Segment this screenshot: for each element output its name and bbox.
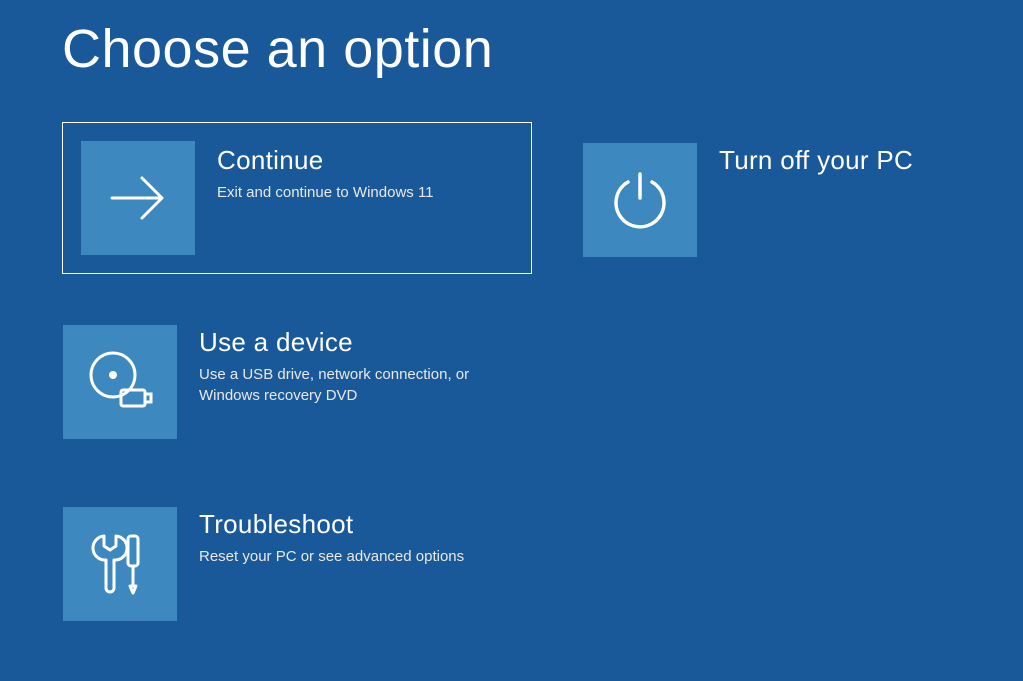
turnoff-icon-box <box>583 143 697 257</box>
troubleshoot-title: Troubleshoot <box>199 509 511 540</box>
troubleshoot-text: Troubleshoot Reset your PC or see advanc… <box>177 487 531 567</box>
option-continue[interactable]: Continue Exit and continue to Windows 11 <box>62 122 532 274</box>
arrow-right-icon <box>104 164 172 232</box>
option-troubleshoot[interactable]: Troubleshoot Reset your PC or see advanc… <box>62 486 532 638</box>
continue-icon-box <box>81 141 195 255</box>
continue-text: Continue Exit and continue to Windows 11 <box>195 123 531 203</box>
troubleshoot-desc: Reset your PC or see advanced options <box>199 546 511 567</box>
turnoff-title: Turn off your PC <box>719 145 961 176</box>
option-turnoff[interactable]: Turn off your PC <box>582 122 982 274</box>
continue-desc: Exit and continue to Windows 11 <box>217 182 511 203</box>
turnoff-text: Turn off your PC <box>697 123 981 182</box>
usedevice-text: Use a device Use a USB drive, network co… <box>177 305 531 406</box>
power-icon <box>608 168 672 232</box>
page-title: Choose an option <box>62 18 961 80</box>
disc-usb-icon <box>85 347 155 417</box>
continue-title: Continue <box>217 145 511 176</box>
usedevice-title: Use a device <box>199 327 511 358</box>
option-usedevice[interactable]: Use a device Use a USB drive, network co… <box>62 304 532 456</box>
tools-icon <box>88 530 152 598</box>
usedevice-desc: Use a USB drive, network connection, or … <box>199 364 511 406</box>
troubleshoot-icon-box <box>63 507 177 621</box>
options-grid: Continue Exit and continue to Windows 11… <box>62 122 961 638</box>
usedevice-icon-box <box>63 325 177 439</box>
